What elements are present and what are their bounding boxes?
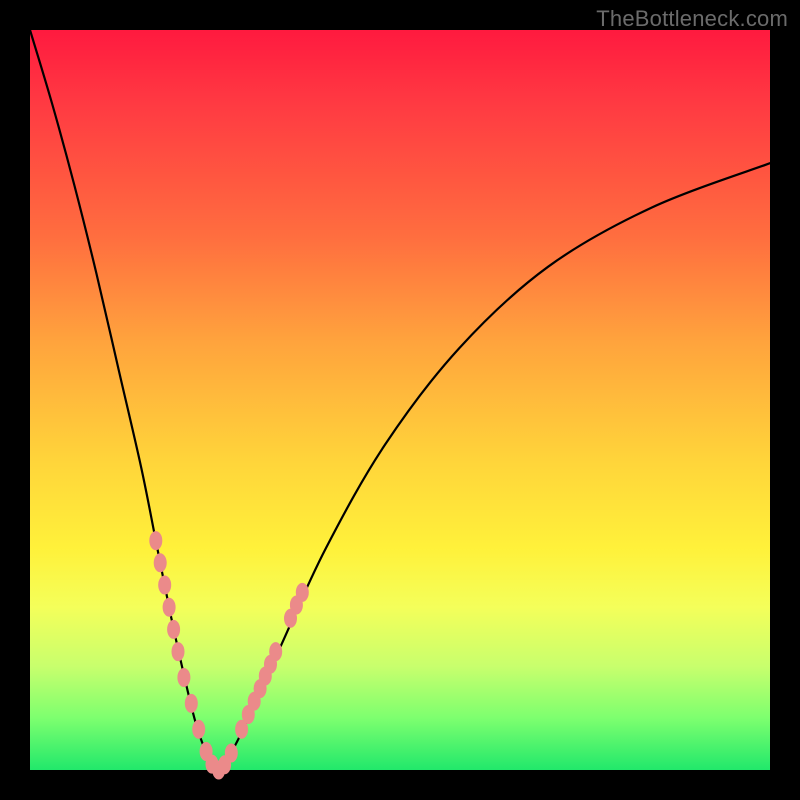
plot-area [30,30,770,770]
data-marker [172,642,185,661]
data-marker [269,642,282,661]
data-marker [154,553,167,572]
data-marker [163,598,176,617]
data-marker [192,720,205,739]
data-marker [177,668,190,687]
data-marker [167,620,180,639]
bottleneck-curve [30,30,770,770]
data-marker [158,576,171,595]
data-marker [149,531,162,550]
marker-group [149,531,308,779]
watermark-text: TheBottleneck.com [596,6,788,32]
chart-frame: TheBottleneck.com [0,0,800,800]
data-marker [185,694,198,713]
chart-svg [30,30,770,770]
data-marker [296,583,309,602]
data-marker [225,744,238,763]
